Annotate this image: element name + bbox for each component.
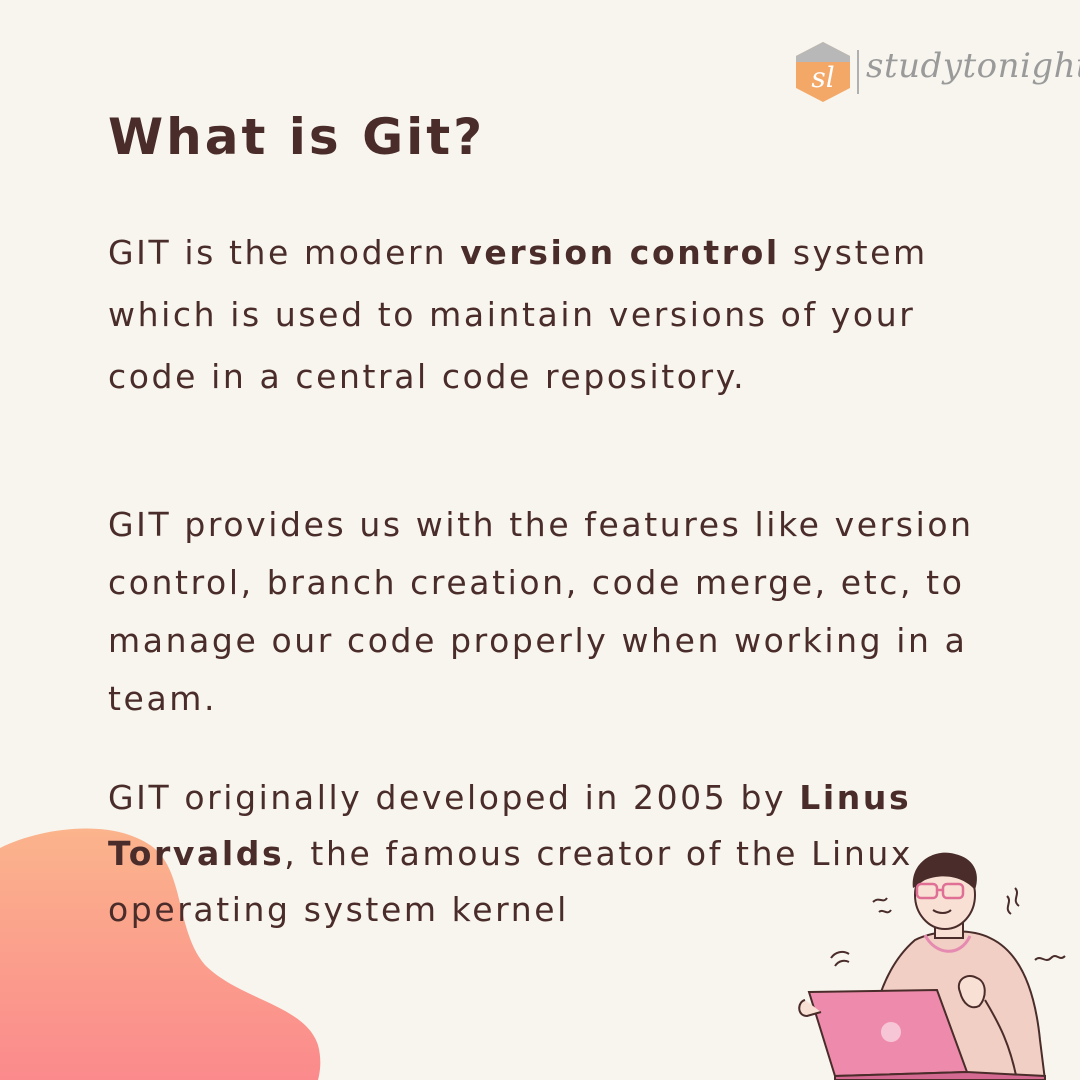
brand-name: studytonight [866, 46, 1080, 86]
p3-text-start: GIT originally developed in 2005 by [108, 778, 800, 817]
p1-emphasis: version control [460, 233, 780, 272]
person-with-laptop-illustration [798, 852, 1066, 1080]
paragraph-definition: GIT is the modern version control system… [108, 222, 988, 408]
p1-text-start: GIT is the modern [108, 233, 461, 272]
svg-text:sl: sl [811, 61, 834, 94]
paragraph-features: GIT provides us with the features like v… [108, 505, 974, 718]
page-title: What is Git? [108, 108, 486, 166]
